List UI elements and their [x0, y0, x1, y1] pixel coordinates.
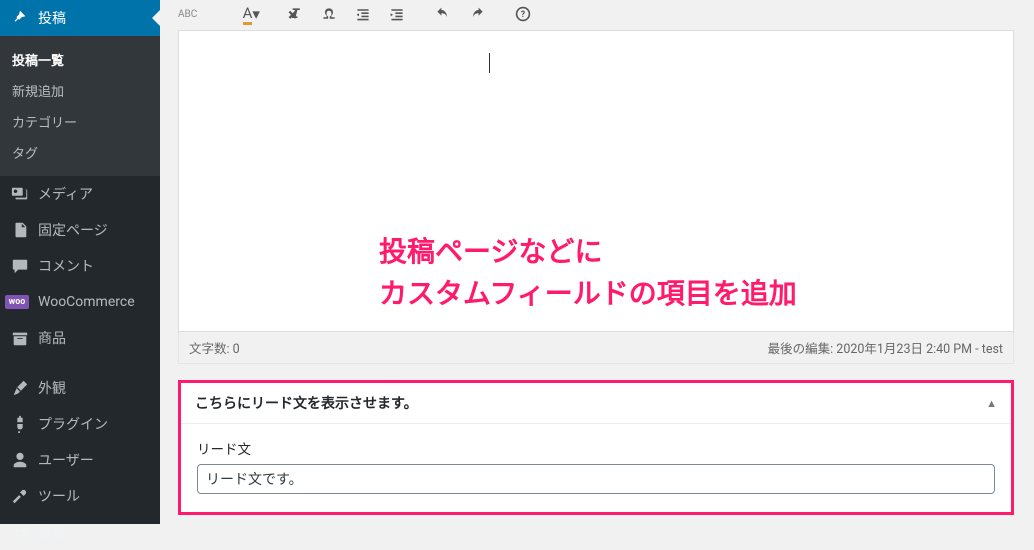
media-icon — [10, 184, 30, 204]
sidebar-item-posts[interactable]: 投稿 — [0, 0, 160, 36]
comment-icon — [10, 256, 30, 276]
indent-button[interactable] — [383, 2, 411, 26]
metabox-toggle-icon[interactable]: ▲ — [986, 397, 997, 410]
text-cursor — [489, 53, 490, 73]
sidebar-item-label: ユーザー — [38, 450, 94, 470]
visual-editor[interactable]: 投稿ページなどに カスタムフィールドの項目を追加 — [179, 31, 1013, 331]
undo-button[interactable] — [429, 2, 457, 26]
woo-icon: woo — [10, 292, 30, 312]
text-color-button[interactable]: A▾ — [237, 2, 265, 26]
sidebar-item-plugins[interactable]: プラグイン — [0, 406, 160, 442]
svg-text:?: ? — [521, 10, 526, 20]
clear-format-button[interactable] — [281, 2, 309, 26]
pin-icon — [10, 8, 30, 28]
metabox-body: リード文 — [181, 424, 1011, 512]
sidebar-item-pages[interactable]: 固定ページ — [0, 212, 160, 248]
submenu-item-tags[interactable]: タグ — [0, 137, 160, 168]
sidebar-item-label: 投稿 — [38, 8, 66, 28]
abc-label: ABC — [178, 9, 197, 20]
sidebar-item-label: 設定 — [38, 522, 66, 542]
plugin-icon — [10, 414, 30, 434]
sidebar-item-label: 固定ページ — [38, 220, 108, 240]
outdent-button[interactable] — [349, 2, 377, 26]
help-button[interactable]: ? — [509, 2, 537, 26]
sidebar-item-label: メディア — [38, 184, 93, 204]
sidebar-item-settings[interactable]: 設定 — [0, 514, 160, 550]
wrench-icon — [10, 486, 30, 506]
lead-text-input[interactable] — [197, 464, 995, 494]
editor-status-bar: 文字数: 0 最後の編集: 2020年1月23日 2:40 PM - test — [178, 332, 1014, 364]
word-count: 文字数: 0 — [189, 338, 240, 357]
submenu-item-add-new[interactable]: 新規追加 — [0, 75, 160, 106]
admin-sidebar: 投稿 投稿一覧 新規追加 カテゴリー タグ メディア 固定ページ コメント wo… — [0, 0, 160, 524]
brush-icon — [10, 378, 30, 398]
sidebar-item-label: WooCommerce — [38, 294, 135, 310]
sidebar-item-appearance[interactable]: 外観 — [0, 370, 160, 406]
sidebar-item-media[interactable]: メディア — [0, 176, 160, 212]
archive-icon — [10, 328, 30, 348]
sidebar-item-label: ツール — [38, 486, 80, 506]
special-char-button[interactable] — [315, 2, 343, 26]
sidebar-item-label: 商品 — [38, 328, 66, 348]
lead-text-label: リード文 — [197, 438, 995, 458]
editor-toolbar: ABC A▾ ? — [178, 0, 1014, 30]
sidebar-item-label: コメント — [38, 256, 94, 276]
metabox-title: こちらにリード文を表示させます。 — [195, 393, 418, 413]
sidebar-item-label: プラグイン — [38, 414, 108, 434]
custom-field-metabox: こちらにリード文を表示させます。 ▲ リード文 — [178, 380, 1014, 515]
sidebar-item-products[interactable]: 商品 — [0, 320, 160, 356]
last-edit-info: 最後の編集: 2020年1月23日 2:40 PM - test — [768, 338, 1003, 357]
user-icon — [10, 450, 30, 470]
sidebar-item-comments[interactable]: コメント — [0, 248, 160, 284]
main-content: ABC A▾ ? 投稿ページなどに カスタムフィールドの項目を追加 文字数: 0… — [160, 0, 1034, 524]
page-icon — [10, 220, 30, 240]
redo-button[interactable] — [463, 2, 491, 26]
metabox-header[interactable]: こちらにリード文を表示させます。 ▲ — [181, 383, 1011, 424]
settings-icon — [10, 522, 30, 542]
submenu-item-categories[interactable]: カテゴリー — [0, 106, 160, 137]
editor-wrap: 投稿ページなどに カスタムフィールドの項目を追加 — [178, 30, 1014, 332]
sidebar-item-users[interactable]: ユーザー — [0, 442, 160, 478]
annotation-overlay: 投稿ページなどに カスタムフィールドの項目を追加 — [379, 231, 797, 315]
sidebar-item-label: 外観 — [38, 378, 66, 398]
submenu-item-list[interactable]: 投稿一覧 — [0, 44, 160, 75]
annotation-line-2: カスタムフィールドの項目を追加 — [379, 273, 797, 315]
sidebar-item-tools[interactable]: ツール — [0, 478, 160, 514]
sidebar-submenu: 投稿一覧 新規追加 カテゴリー タグ — [0, 36, 160, 176]
annotation-line-1: 投稿ページなどに — [379, 231, 797, 273]
sidebar-item-woocommerce[interactable]: woo WooCommerce — [0, 284, 160, 320]
